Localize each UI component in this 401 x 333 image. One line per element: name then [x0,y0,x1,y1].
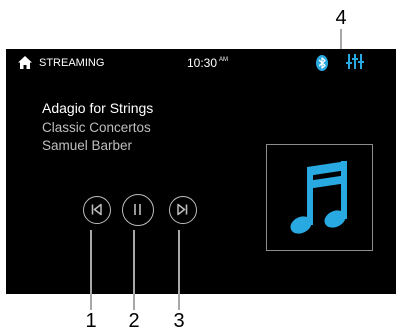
callout-number-1: 1 [85,310,97,332]
callout-line-2 [133,230,135,310]
callout-line-1 [90,230,92,310]
artist-name: Samuel Barber [42,138,133,153]
equalizer-icon[interactable] [346,53,364,70]
album-name: Classic Concertos [42,120,151,135]
clock: 10:30 AM [187,56,228,70]
music-note-icon [290,161,347,234]
clock-ampm: AM [219,57,229,63]
bluetooth-icon [316,55,328,71]
home-icon[interactable] [18,56,32,69]
previous-track-button[interactable] [83,196,111,224]
skip-next-icon [177,203,188,216]
next-track-button[interactable] [169,196,197,224]
track-title: Adagio for Strings [42,100,154,116]
play-pause-button[interactable] [122,194,154,226]
head-unit-screen: STREAMING 10:30 AM Adagio for Strings Cla… [6,49,396,294]
callout-number-4: 4 [335,7,347,29]
callout-number-3: 3 [173,310,185,332]
album-art [266,144,373,251]
callout-number-2: 2 [128,310,140,332]
pause-icon [134,204,141,215]
clock-time: 10:30 [187,56,218,70]
skip-previous-icon [91,203,102,216]
callout-line-3 [178,230,180,310]
source-label: STREAMING [39,57,105,69]
